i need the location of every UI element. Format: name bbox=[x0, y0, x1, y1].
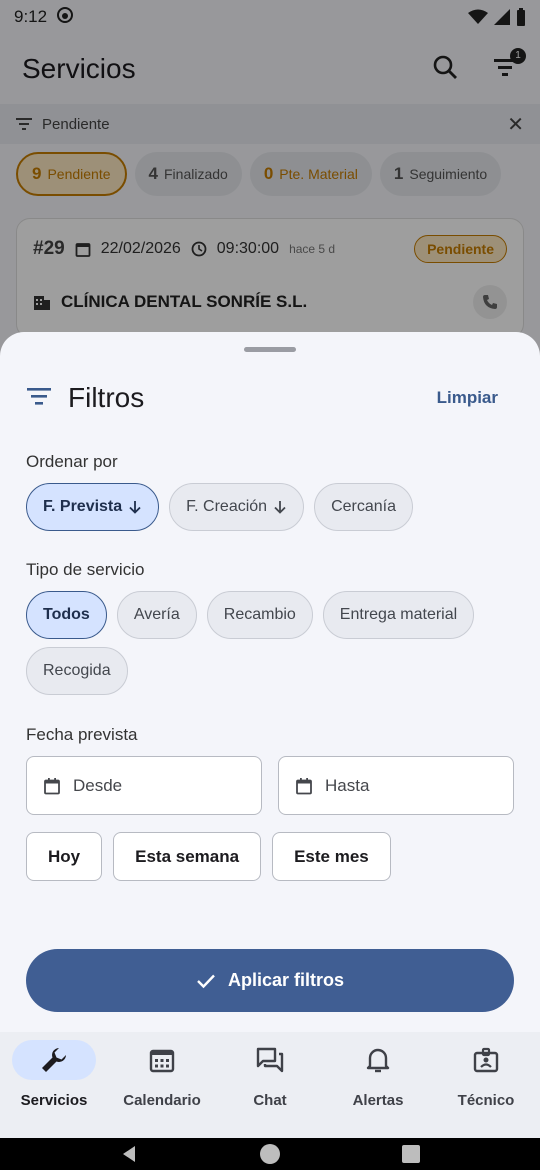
nav-item-servicios[interactable]: Servicios bbox=[0, 1032, 108, 1138]
nav-item-alertas[interactable]: Alertas bbox=[324, 1032, 432, 1138]
filter-sheet: Filtros Limpiar Ordenar por F. Prevista … bbox=[0, 332, 540, 1032]
nav-item-tecnico[interactable]: Técnico bbox=[432, 1032, 540, 1138]
badge-icon bbox=[444, 1040, 528, 1080]
date-to-field[interactable]: Hasta bbox=[278, 756, 514, 815]
recents-icon[interactable] bbox=[401, 1144, 421, 1164]
sort-chip-cercania[interactable]: Cercanía bbox=[314, 483, 413, 531]
date-to-placeholder: Hasta bbox=[325, 775, 370, 795]
type-chip-todos[interactable]: Todos bbox=[26, 591, 107, 639]
calendar-icon bbox=[44, 777, 60, 794]
sort-chip-f-creacion[interactable]: F. Creación bbox=[169, 483, 305, 531]
bell-icon bbox=[336, 1040, 420, 1080]
bottom-nav: Servicios Calendario Chat Alertas Técnic… bbox=[0, 1032, 540, 1138]
chip-label: Todos bbox=[43, 606, 90, 623]
system-nav-bar bbox=[0, 1138, 540, 1170]
type-chip-entrega-material[interactable]: Entrega material bbox=[322, 591, 475, 639]
sort-chip-group: F. Prevista F. Creación Cercanía bbox=[0, 483, 540, 531]
drag-handle[interactable] bbox=[244, 347, 296, 352]
date-range: Desde Hasta bbox=[0, 756, 540, 815]
chip-label: Recambio bbox=[223, 606, 296, 623]
chip-label: Entrega material bbox=[339, 606, 458, 623]
nav-label: Chat bbox=[253, 1092, 287, 1109]
wrench-icon bbox=[12, 1040, 96, 1080]
type-chip-recambio[interactable]: Recambio bbox=[206, 591, 313, 639]
home-icon[interactable] bbox=[259, 1143, 281, 1165]
nav-label: Servicios bbox=[20, 1092, 88, 1109]
chip-label: F. Creación bbox=[186, 498, 268, 515]
sort-chip-f-prevista[interactable]: F. Prevista bbox=[26, 483, 160, 531]
arrow-down-icon bbox=[129, 501, 141, 514]
nav-label: Alertas bbox=[352, 1092, 404, 1109]
apply-filters-button[interactable]: Aplicar filtros bbox=[26, 949, 514, 1012]
sheet-title: Filtros bbox=[68, 382, 145, 413]
check-icon bbox=[197, 974, 215, 988]
date-from-field[interactable]: Desde bbox=[26, 756, 262, 815]
chip-label: Cercanía bbox=[331, 498, 396, 515]
nav-item-chat[interactable]: Chat bbox=[216, 1032, 324, 1138]
calendar-icon bbox=[296, 777, 312, 794]
apply-filters-label: Aplicar filtros bbox=[227, 970, 345, 990]
date-section-label: Fecha prevista bbox=[26, 725, 138, 744]
quick-date-esta-semana[interactable]: Esta semana bbox=[113, 832, 262, 881]
nav-label: Calendario bbox=[123, 1092, 201, 1109]
chat-icon bbox=[228, 1040, 312, 1080]
quick-date-buttons: Hoy Esta semana Este mes bbox=[0, 832, 540, 881]
date-from-placeholder: Desde bbox=[73, 775, 123, 795]
filter-icon bbox=[26, 386, 54, 411]
sort-section-label: Ordenar por bbox=[26, 452, 118, 471]
nav-item-calendario[interactable]: Calendario bbox=[108, 1032, 216, 1138]
type-chip-group: Todos Avería Recambio Entrega material R… bbox=[0, 591, 540, 695]
arrow-down-icon bbox=[274, 501, 286, 514]
chip-label: F. Prevista bbox=[43, 498, 123, 515]
type-section-label: Tipo de servicio bbox=[26, 560, 145, 579]
type-chip-averia[interactable]: Avería bbox=[116, 591, 197, 639]
nav-label: Técnico bbox=[457, 1092, 515, 1109]
clear-filters-button[interactable]: Limpiar bbox=[421, 380, 514, 416]
chip-label: Avería bbox=[133, 606, 180, 623]
quick-date-este-mes[interactable]: Este mes bbox=[272, 832, 391, 881]
calendar-icon bbox=[120, 1040, 204, 1080]
quick-date-hoy[interactable]: Hoy bbox=[26, 832, 103, 881]
type-chip-recogida[interactable]: Recogida bbox=[26, 647, 128, 695]
chip-label: Recogida bbox=[43, 662, 111, 679]
back-icon[interactable] bbox=[119, 1144, 139, 1164]
